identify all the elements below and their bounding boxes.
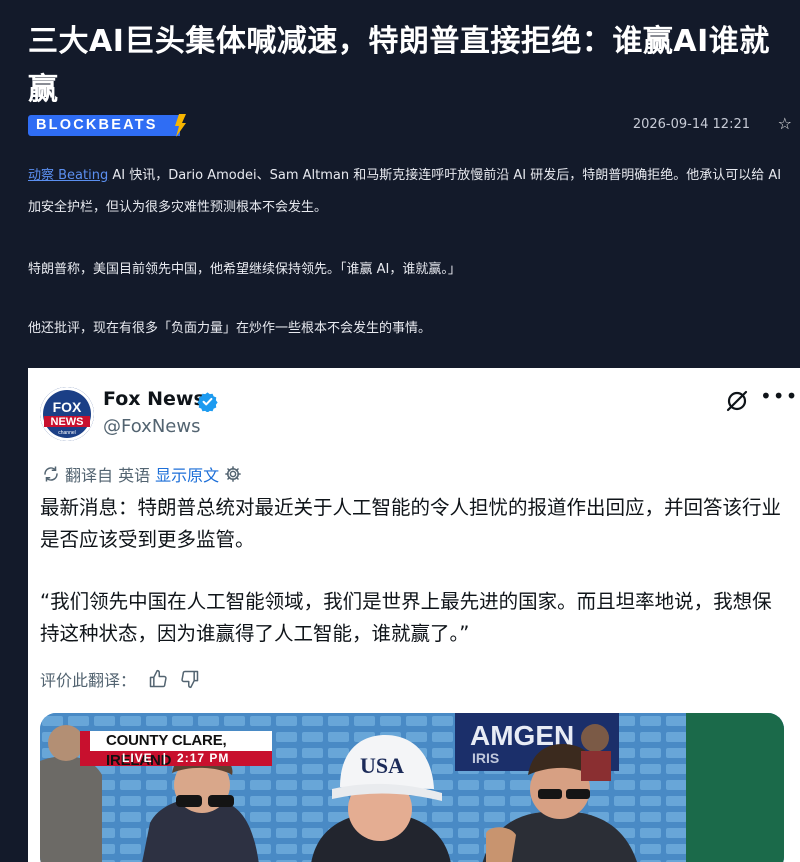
grok-icon[interactable] [725,389,749,413]
thumbs-up-icon[interactable] [148,669,168,689]
translated-from-label: 翻译自 英语 [65,466,151,485]
svg-text:FOX: FOX [53,399,82,415]
gear-icon[interactable] [224,465,242,483]
tweet-text: 最新消息：特朗普总统对最近关于人工智能的令人担忧的报道作出回应，并回答该行业是否… [40,492,786,650]
thumbs-down-icon[interactable] [180,669,200,689]
rate-translation-label: 评价此翻译： [40,671,137,690]
article-meta: BLOCKBEATS 2026-09-14 12:21 ☆ [28,114,792,138]
author-handle[interactable]: @FoxNews [103,416,200,437]
tweet-video[interactable]: AMGEN IRIS USA COUNTY CLARE, IRE [40,713,784,862]
author-name[interactable]: Fox News [103,388,205,410]
svg-text:NEWS: NEWS [51,416,84,428]
lightning-bolt-icon [175,114,186,137]
verified-badge-icon [197,392,218,412]
star-icon[interactable]: ☆ [778,114,792,133]
cap-text: USA [360,753,404,778]
news-chyron: COUNTY CLARE, IRELAND LIVE|2:17 PM [80,731,272,769]
tweet-text-line-1: 最新消息：特朗普总统对最近关于人工智能的令人担忧的报道作出回应，并回答该行业是否… [40,496,782,551]
chyron-location: COUNTY CLARE, IRELAND [80,731,272,769]
tweet-text-line-2: “我们领先中国在人工智能领域，我们是世界上最先进的国家。而且坦率地说，我想保持这… [40,590,772,645]
svg-text:channel: channel [58,430,76,436]
publish-time: 2026-09-14 12:21 [632,117,750,132]
translation-bar: 翻译自 英语 显示原文 [42,462,242,486]
paragraph-3: 他还批评，现在有很多「负面力量」在炒作一些根本不会发生的事情。 [28,321,432,336]
chyron-live: LIVE [122,751,153,765]
rate-translation: 评价此翻译： [40,667,200,691]
source-link[interactable]: 动察 Beating [28,168,108,183]
fox-news-logo-icon: FOX NEWS channel [40,387,94,441]
blockbeats-logo[interactable]: BLOCKBEATS [28,115,180,136]
embedded-tweet[interactable]: FOX NEWS channel Fox News @FoxNews ••• 翻… [28,368,800,862]
avatar[interactable]: FOX NEWS channel [40,387,94,441]
more-options-icon[interactable]: ••• [760,384,798,408]
translate-icon [44,466,58,482]
article-title: 三大AI巨头集体喊减速，特朗普直接拒绝：谁赢AI谁就赢 [28,24,770,107]
paragraph-1: 动察 Beating AI 快讯，Dario Amodei、Sam Altman… [28,160,798,224]
paragraph-2: 特朗普称，美国目前领先中国，他希望继续保持领先。「谁赢 AI，谁就赢。」 [28,262,461,277]
banner-subtext: IRIS [472,750,499,766]
show-original-link[interactable]: 显示原文 [155,462,219,486]
paragraph-1-text: AI 快讯，Dario Amodei、Sam Altman 和马斯克接连呼吁放慢… [28,168,782,215]
chyron-time: 2:17 PM [177,751,230,765]
